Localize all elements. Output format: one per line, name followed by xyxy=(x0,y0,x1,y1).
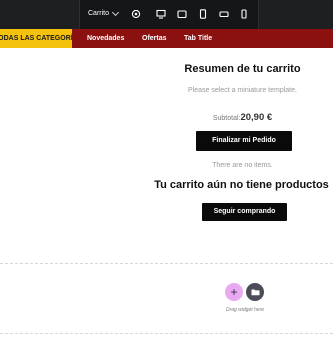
plus-icon: + xyxy=(230,285,238,299)
all-categories-tab[interactable]: TODAS LAS CATEGORÍAS xyxy=(0,29,72,48)
cart-summary-title: Resumen de tu carrito xyxy=(184,63,301,75)
menu-select-label: Carrito xyxy=(88,10,110,17)
nav-link-novedades[interactable]: Novedades xyxy=(87,29,124,48)
nav-link-ofertas[interactable]: Ofertas xyxy=(142,29,167,48)
add-section-button[interactable]: + xyxy=(225,283,243,301)
tablet-landscape-icon[interactable] xyxy=(217,7,231,21)
continue-shopping-button[interactable]: Seguir comprando xyxy=(202,203,287,221)
template-note: Please select a miniature template. xyxy=(188,87,297,94)
nav-link-tab-title[interactable]: Tab Title xyxy=(184,29,212,48)
editor-toolbar: Carrito xyxy=(0,0,333,29)
subtotal-value: 20,90 € xyxy=(240,112,273,123)
editor-canvas: Carrito ODAS LAS CATEGOR Novedades Ofert… xyxy=(0,0,333,360)
section-divider-top xyxy=(0,263,333,264)
chevron-down-icon xyxy=(111,8,120,17)
drag-widget-hint: Drag widget here xyxy=(225,307,265,313)
toolbar-controls: Carrito xyxy=(79,0,259,29)
empty-cart-heading: Tu carrito aún no tiene productos xyxy=(154,179,329,191)
section-divider-bottom xyxy=(0,333,333,334)
no-items-text: There are no items. xyxy=(212,162,273,169)
laptop-icon[interactable] xyxy=(175,7,189,21)
mobile-icon[interactable] xyxy=(237,7,251,21)
settings-icon[interactable] xyxy=(129,7,143,21)
tablet-icon[interactable] xyxy=(196,7,210,21)
desktop-icon[interactable] xyxy=(154,7,168,21)
template-library-button[interactable] xyxy=(246,283,264,301)
menu-select[interactable]: Carrito xyxy=(88,8,120,20)
subtotal: Subtotal:20,90 € xyxy=(160,107,325,125)
main-navigation: TODAS LAS CATEGORÍAS Novedades Ofertas T… xyxy=(0,29,333,48)
folder-icon xyxy=(251,289,259,296)
subtotal-label: Subtotal: xyxy=(212,115,241,122)
checkout-button[interactable]: Finalizar mi Pedido xyxy=(196,131,292,151)
